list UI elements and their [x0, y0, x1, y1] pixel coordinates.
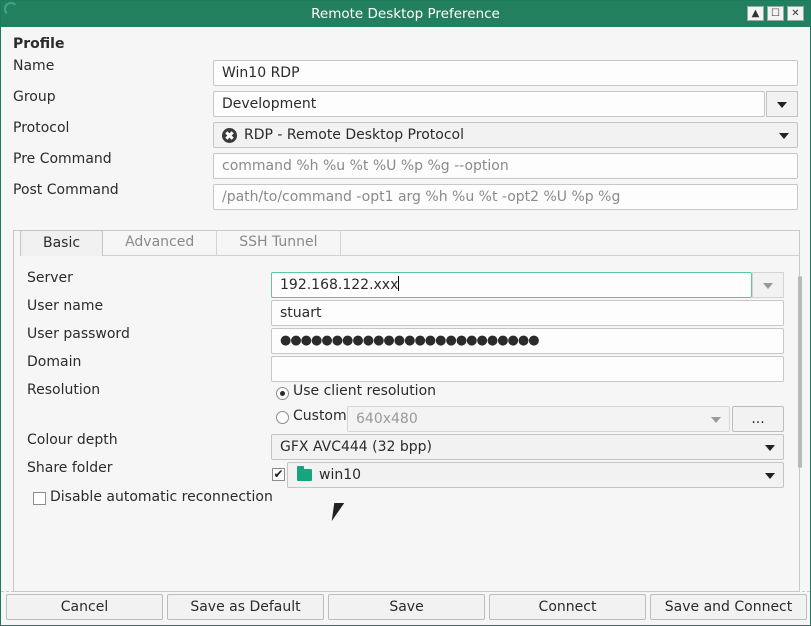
pre-command-placeholder: command %h %u %t %U %p %g --option — [222, 158, 509, 174]
chevron-down-icon — [711, 417, 721, 423]
save-as-default-button[interactable]: Save as Default — [167, 594, 324, 620]
name-label: Name — [13, 58, 55, 74]
group-value: Development — [222, 96, 317, 112]
close-icon: ✕ — [791, 8, 800, 19]
username-label: User name — [27, 298, 104, 314]
connect-button[interactable]: Connect — [489, 594, 646, 620]
protocol-value: RDP - Remote Desktop Protocol — [244, 127, 464, 143]
use-client-resolution-label[interactable]: Use client resolution — [293, 383, 436, 399]
protocol-select[interactable]: RDP - Remote Desktop Protocol — [213, 122, 798, 148]
custom-resolution-label[interactable]: Custom — [293, 408, 347, 424]
custom-resolution-value: 640x480 — [356, 411, 418, 427]
disable-reconnect-label[interactable]: Disable automatic reconnection — [50, 489, 273, 505]
tab-advanced[interactable]: Advanced — [103, 230, 218, 256]
share-folder-select[interactable]: win10 — [287, 462, 784, 488]
text-cursor — [398, 276, 400, 291]
name-value: Win10 RDP — [222, 65, 300, 81]
custom-resolution-radio[interactable] — [276, 411, 289, 424]
password-input[interactable]: ●●●●●●●●●●●●●●●●●●●●●●●●● — [271, 328, 784, 354]
preference-window: Remote Desktop Preference ▲ ☐ ✕ Profile … — [0, 0, 811, 626]
server-label: Server — [27, 270, 73, 286]
pre-command-label: Pre Command — [13, 151, 112, 167]
share-folder-checkbox[interactable]: ✔ — [272, 468, 285, 481]
server-value: 192.168.122.xxx — [280, 277, 399, 293]
username-value: stuart — [280, 305, 322, 321]
username-input[interactable]: stuart — [271, 300, 784, 326]
tab-basic[interactable]: Basic — [20, 230, 104, 256]
chevron-down-icon — [779, 133, 789, 139]
colour-depth-value: GFX AVC444 (32 bpp) — [280, 439, 432, 455]
group-input[interactable]: Development — [213, 91, 765, 117]
domain-label: Domain — [27, 354, 82, 370]
tab-bar: Basic Advanced SSH Tunnel — [20, 230, 341, 256]
save-button[interactable]: Save — [328, 594, 485, 620]
custom-resolution-button[interactable]: ... — [732, 406, 784, 432]
password-value: ●●●●●●●●●●●●●●●●●●●●●●●●● — [280, 333, 540, 348]
colour-depth-label: Colour depth — [27, 432, 118, 448]
profile-heading: Profile — [13, 36, 65, 52]
share-folder-label: Share folder — [27, 460, 113, 476]
button-bar-divider — [1, 591, 810, 592]
checkmark-icon: ✔ — [273, 467, 284, 481]
group-dropdown-button[interactable] — [766, 91, 798, 117]
tab-ssh-tunnel[interactable]: SSH Tunnel — [217, 230, 341, 256]
chevron-down-icon — [765, 473, 775, 479]
folder-icon — [297, 466, 312, 481]
use-client-resolution-radio[interactable] — [276, 387, 289, 400]
chevron-down-icon — [763, 283, 773, 289]
server-dropdown-button[interactable] — [752, 272, 784, 298]
rdp-protocol-icon — [222, 128, 237, 143]
up-arrow-icon: ▲ — [751, 8, 760, 19]
app-icon — [4, 2, 18, 16]
colour-depth-select[interactable]: GFX AVC444 (32 bpp) — [271, 434, 784, 460]
protocol-label: Protocol — [13, 120, 70, 136]
maximize-icon: ☐ — [771, 8, 780, 19]
scrollbar[interactable] — [798, 276, 802, 468]
name-input[interactable]: Win10 RDP — [213, 60, 798, 86]
post-command-label: Post Command — [13, 182, 119, 198]
pre-command-input[interactable]: command %h %u %t %U %p %g --option — [213, 153, 798, 179]
resolution-label: Resolution — [27, 382, 101, 398]
maximize-button[interactable]: ☐ — [767, 6, 784, 21]
disable-reconnect-checkbox[interactable] — [33, 492, 46, 505]
server-input[interactable]: 192.168.122.xxx — [271, 272, 752, 298]
domain-input[interactable] — [271, 356, 784, 382]
shade-button[interactable]: ▲ — [747, 6, 764, 21]
group-label: Group — [13, 89, 56, 105]
share-folder-value: win10 — [319, 467, 362, 483]
close-button[interactable]: ✕ — [787, 6, 804, 21]
window-title: Remote Desktop Preference — [311, 6, 500, 22]
password-label: User password — [27, 326, 130, 342]
post-command-placeholder: /path/to/command -opt1 arg %h %u %t -opt… — [222, 189, 621, 205]
post-command-input[interactable]: /path/to/command -opt1 arg %h %u %t -opt… — [213, 184, 798, 210]
cancel-button[interactable]: Cancel — [6, 594, 163, 620]
chevron-down-icon — [765, 445, 775, 451]
save-and-connect-button[interactable]: Save and Connect — [650, 594, 807, 620]
chevron-down-icon — [777, 102, 787, 108]
custom-resolution-select[interactable]: 640x480 — [347, 406, 730, 432]
title-bar[interactable]: Remote Desktop Preference ▲ ☐ ✕ — [1, 1, 810, 27]
